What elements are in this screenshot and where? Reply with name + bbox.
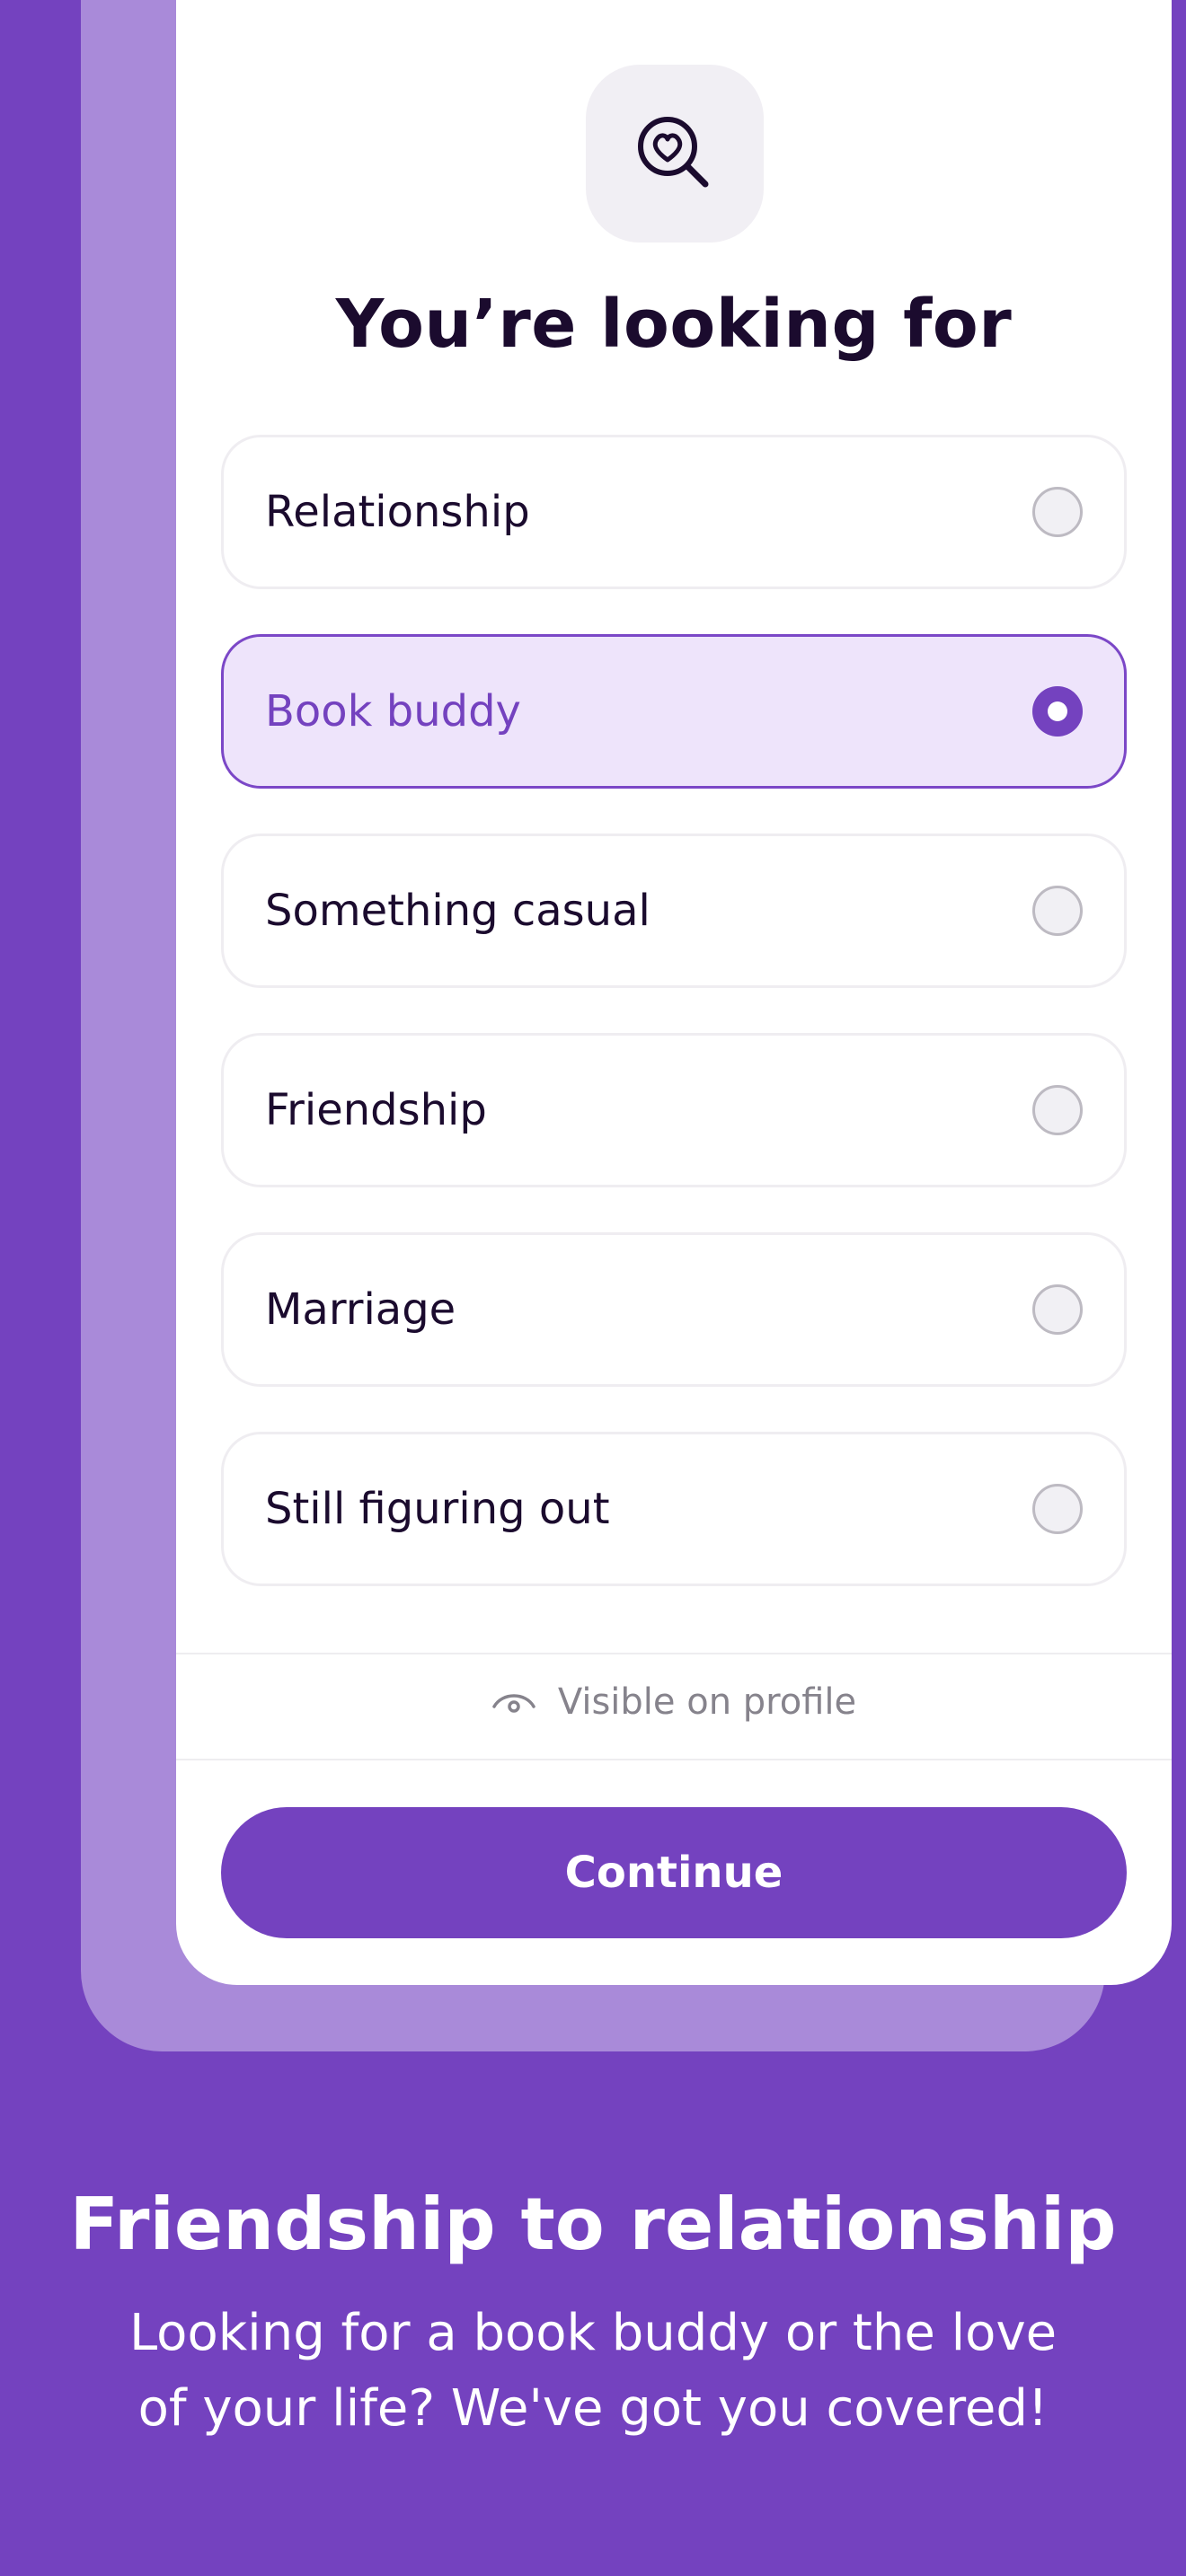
option-relationship[interactable]: Relationship	[221, 435, 1127, 589]
search-heart-icon	[586, 65, 764, 243]
radio-button[interactable]	[1032, 1085, 1083, 1135]
divider	[176, 1653, 1172, 1654]
eye-icon	[491, 1681, 536, 1723]
promo-headline: Friendship to relationship	[69, 2183, 1117, 2266]
radio-button[interactable]	[1032, 1284, 1083, 1335]
radio-button[interactable]	[1032, 1484, 1083, 1534]
option-book-buddy[interactable]: Book buddy	[221, 634, 1127, 789]
option-label: Still figuring out	[265, 1484, 610, 1534]
option-friendship[interactable]: Friendship	[221, 1033, 1127, 1187]
phone-frame: You’re looking for Relationship Book bud…	[81, 0, 1172, 2051]
page-title: You’re looking for	[335, 286, 1013, 363]
option-label: Relationship	[265, 487, 530, 537]
visibility-indicator: Visible on profile	[176, 1681, 1172, 1723]
radio-button[interactable]	[1032, 487, 1083, 537]
continue-button[interactable]: Continue	[221, 1807, 1127, 1938]
option-label: Marriage	[265, 1284, 456, 1335]
option-label: Book buddy	[265, 686, 521, 737]
option-something-casual[interactable]: Something casual	[221, 834, 1127, 988]
promo-subtext: Looking for a book buddy or the love of …	[128, 2304, 1058, 2438]
app-screen: You’re looking for Relationship Book bud…	[176, 0, 1172, 1985]
option-marriage[interactable]: Marriage	[221, 1232, 1127, 1387]
option-still-figuring-out[interactable]: Still figuring out	[221, 1432, 1127, 1586]
visibility-text: Visible on profile	[557, 1681, 857, 1723]
radio-button-selected[interactable]	[1032, 686, 1083, 737]
options-list: Relationship Book buddy Something casual…	[221, 435, 1127, 1631]
option-label: Friendship	[265, 1085, 487, 1135]
divider	[176, 1759, 1172, 1760]
radio-button[interactable]	[1032, 886, 1083, 936]
option-label: Something casual	[265, 886, 651, 936]
